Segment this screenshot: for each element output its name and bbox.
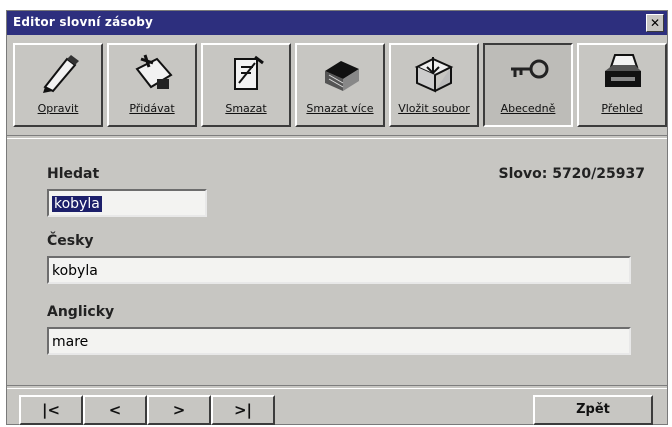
add-card-icon [135,54,173,89]
english-label: Anglicky [47,304,115,320]
delete-button[interactable]: Smazat [201,43,291,127]
czech-field[interactable]: kobyla [47,256,631,284]
insert-file-button[interactable]: Vložit soubor [389,43,479,127]
alphabetical-button[interactable]: Abecedně [483,43,573,127]
title-bar: Editor slovní zásoby ✕ [7,11,667,35]
record-navigator: |< < > >| [19,395,275,425]
add-button-label: Přidávat [129,102,175,115]
vocabulary-editor-window: Editor slovní zásoby ✕ Opravit Přidávat [6,10,668,425]
edit-button[interactable]: Opravit [13,43,103,127]
previous-record-button[interactable]: < [83,395,147,425]
toolbar-divider [7,135,667,139]
delete-button-label: Smazat [225,102,267,115]
first-record-button[interactable]: |< [19,395,83,425]
insert-file-button-label: Vložit soubor [398,102,470,115]
search-input[interactable]: kobyla [47,189,207,217]
alphabetical-button-label: Abecedně [500,102,556,115]
close-button[interactable]: ✕ [646,14,664,32]
czech-label: Česky [47,233,94,249]
delete-stack-icon [325,61,359,91]
overview-button-label: Přehled [601,102,643,115]
next-record-button[interactable]: > [147,395,211,425]
pen-icon [43,55,79,93]
back-button[interactable]: Zpět [533,395,653,425]
insert-file-icon [414,57,454,93]
window-title: Editor slovní zásoby [13,15,154,29]
overview-button[interactable]: Přehled [577,43,667,127]
footer-divider [7,385,667,389]
toolbar: Opravit Přidávat Smazat Smazat více Vlož… [13,43,667,129]
search-input-value: kobyla [52,196,102,212]
word-counter: Slovo: 5720/25937 [498,166,645,182]
add-button[interactable]: Přidávat [107,43,197,127]
search-label: Hledat [47,166,100,182]
printer-icon [605,54,641,87]
delete-card-icon [234,55,264,90]
english-field-value: mare [52,334,89,350]
last-record-button[interactable]: >| [211,395,275,425]
edit-button-label: Opravit [37,102,79,115]
delete-more-button-label: Smazat více [306,102,374,115]
delete-more-button[interactable]: Smazat více [295,43,385,127]
czech-field-value: kobyla [52,263,98,279]
english-field[interactable]: mare [47,327,631,355]
key-icon [511,59,549,79]
